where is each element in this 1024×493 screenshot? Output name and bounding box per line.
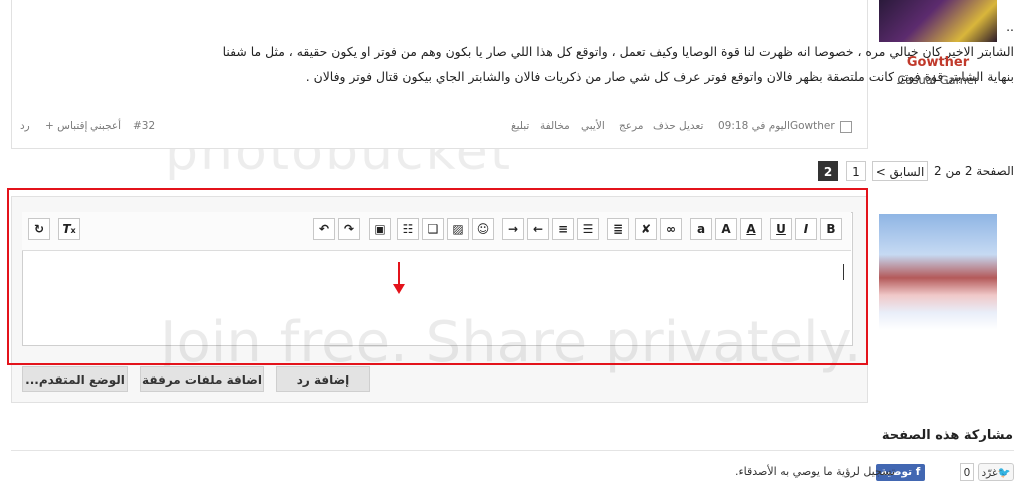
username[interactable]: Gowther: [880, 55, 996, 70]
quote-link[interactable]: + إقتباس: [45, 120, 87, 132]
user-title: Casual Gamer: [897, 73, 979, 87]
like-link[interactable]: أعجبني: [90, 120, 121, 132]
twitter-icon: 🐦: [997, 467, 1011, 479]
current-user-avatar[interactable]: [879, 214, 997, 330]
tweet-count: 0: [960, 463, 974, 481]
prev-page-button[interactable]: < السابق: [872, 161, 928, 181]
action-spam[interactable]: مرعج: [619, 120, 643, 132]
action-ip[interactable]: الأيبي: [581, 120, 605, 132]
action-violation[interactable]: مخالفة: [540, 120, 570, 132]
action-edit[interactable]: تعديل: [679, 120, 703, 132]
divider: [11, 450, 1014, 451]
page-2[interactable]: 2: [818, 161, 838, 181]
action-delete[interactable]: حذف: [653, 120, 676, 132]
post-number[interactable]: #32: [133, 120, 155, 132]
annotation-arrow-head: [393, 284, 405, 294]
add-reply-button[interactable]: إضافة رد: [276, 366, 370, 392]
attach-files-button[interactable]: اضافة ملفات مرفقة: [140, 366, 264, 392]
share-title: مشاركة هذه الصفحة: [881, 428, 1013, 443]
fb-signup-text[interactable]: تسجيل لرؤية ما يوصي به الأصدقاء.: [735, 462, 895, 482]
post-author[interactable]: Gowther: [790, 120, 835, 132]
highlight-frame: [7, 188, 868, 365]
post-time: اليوم في 09:18: [718, 120, 790, 132]
page-indicator: الصفحة 2 من 2: [934, 164, 1014, 178]
post-footer: رد + إقتباس أعجبني #32 تبليغ مخالفة الأي…: [20, 120, 852, 136]
select-post-checkbox[interactable]: [840, 121, 852, 133]
tweet-label: غرّد: [981, 467, 998, 479]
page-1[interactable]: 1: [846, 161, 866, 181]
action-report[interactable]: تبليغ: [511, 120, 529, 132]
user-avatar[interactable]: [879, 0, 997, 42]
tweet-button[interactable]: 🐦غرّد: [978, 463, 1014, 481]
reply-link[interactable]: رد: [20, 120, 30, 132]
facebook-icon: f: [915, 466, 921, 478]
advanced-mode-button[interactable]: الوضع المتقدم...: [22, 366, 128, 392]
